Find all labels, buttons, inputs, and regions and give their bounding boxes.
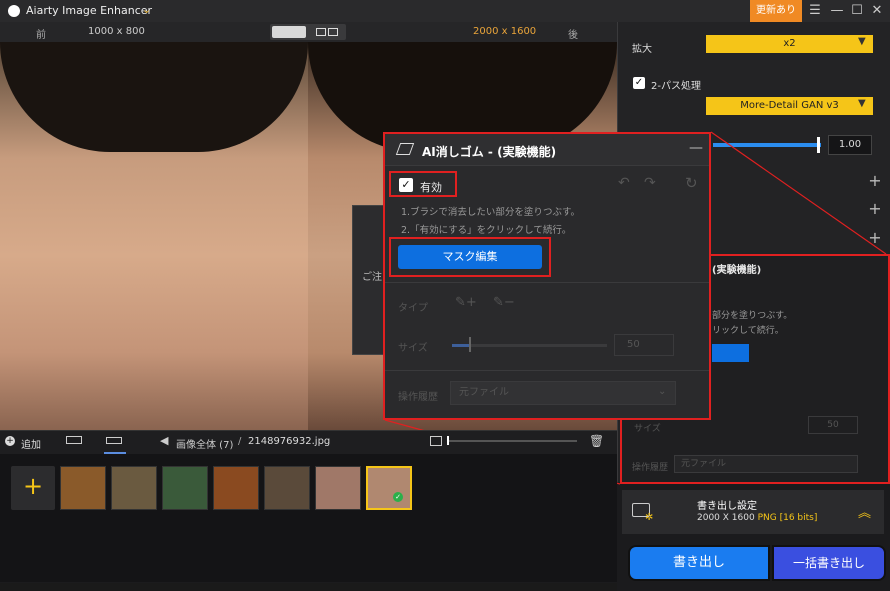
type-label: タイプ <box>398 303 428 314</box>
trash-icon[interactable]: 🗑 <box>589 434 604 448</box>
size-value[interactable]: 50 <box>614 334 674 356</box>
size-label: サイズ <box>398 343 428 354</box>
update-button[interactable]: 更新あり <box>750 0 802 22</box>
breadcrumb-separator: / <box>238 436 242 447</box>
two-pass-label: 2-パス処理 <box>651 81 701 92</box>
expand-plus-icon[interactable]: + <box>868 228 882 247</box>
eraser-panel-instruction-1: 部分を塗りつぶす。 <box>712 311 793 321</box>
check-icon: ✓ <box>393 492 403 502</box>
model-select[interactable]: More-Detail GAN v3 <box>706 97 873 115</box>
dialog-title: AI消しゴム - (実験機能) <box>422 145 557 159</box>
strength-slider[interactable] <box>713 143 821 147</box>
export-button[interactable]: 書き出し <box>628 545 770 581</box>
gear-icon: ✲ <box>645 512 654 523</box>
chevron-down-icon: ▼ <box>858 36 866 47</box>
after-resolution: 2000 x 1600 <box>473 26 537 37</box>
maximize-icon[interactable]: ☐ <box>848 2 866 20</box>
side-by-side-view-icon[interactable] <box>310 26 344 38</box>
before-resolution: 1000 x 800 <box>88 26 145 37</box>
thumbnail-dog[interactable] <box>264 466 310 510</box>
minimize-icon[interactable]: — <box>828 2 846 20</box>
expand-plus-icon[interactable]: + <box>868 199 882 218</box>
enable-checkbox[interactable]: ✓ <box>399 178 413 192</box>
reset-icon[interactable]: ↻ <box>685 174 698 192</box>
export-bits: [16 bits] <box>779 513 818 523</box>
app-logo-icon <box>8 5 20 17</box>
two-pass-checkbox[interactable]: ✓ <box>633 77 645 89</box>
redo-icon[interactable]: ↷ <box>644 175 656 191</box>
chevron-down-icon[interactable]: ⌄ <box>142 3 151 16</box>
export-resolution: 2000 X 1600 <box>697 513 755 523</box>
batch-export-button[interactable]: 一括書き出し <box>772 545 886 581</box>
horizontal-scrollbar[interactable] <box>0 583 617 591</box>
thumbnail-woman1[interactable] <box>315 466 361 510</box>
brush-add-icon[interactable]: ✎+ <box>455 295 477 310</box>
instruction-1: 1.ブラシで消去したい部分を塗りつぶす。 <box>401 207 581 218</box>
eraser-panel-history-label: 操作履歴 <box>632 463 669 473</box>
add-image-button[interactable]: + <box>11 466 55 510</box>
image-size-icon <box>430 436 442 446</box>
divider <box>385 370 709 371</box>
close-icon[interactable]: ✕ <box>868 2 886 20</box>
breadcrumb-file: 2148976932.jpg <box>248 436 331 447</box>
thumbnail-size-handle[interactable] <box>447 436 449 445</box>
instruction-2: 2.「有効にする」をクリックして続行。 <box>401 225 572 236</box>
thumbnail-bird[interactable] <box>111 466 157 510</box>
split-view-icon[interactable] <box>272 26 306 38</box>
add-icon[interactable]: + <box>5 436 15 446</box>
export-settings-summary: 2000 X 1600 PNG [16 bits] <box>697 513 817 523</box>
mask-edit-button[interactable]: マスク編集 <box>398 245 542 269</box>
eraser-panel-mask-button[interactable] <box>712 344 749 362</box>
history-label: 操作履歴 <box>398 392 438 403</box>
export-format: PNG <box>757 513 777 523</box>
divider <box>385 282 709 283</box>
eraser-panel-size-value[interactable]: 50 <box>808 416 858 434</box>
size-slider-fill <box>452 344 470 347</box>
thumbnail-size-slider[interactable] <box>447 440 577 442</box>
thumbnail-woman2[interactable] <box>366 466 412 510</box>
eraser-panel-size-label: サイズ <box>634 424 661 434</box>
expand-plus-icon[interactable]: + <box>868 171 882 190</box>
scale-label: 拡大 <box>632 44 652 55</box>
strip-view-icon[interactable] <box>104 432 126 454</box>
app-title: Aiarty Image Enhancer <box>26 4 153 17</box>
menu-icon[interactable]: ☰ <box>806 2 824 20</box>
chevron-down-icon: ⌄ <box>658 386 667 397</box>
size-slider[interactable] <box>452 344 607 347</box>
brush-remove-icon[interactable]: ✎− <box>493 295 515 310</box>
eraser-panel-title: (実験機能) <box>712 265 762 276</box>
chevron-up-icon[interactable]: ︽ <box>858 502 871 521</box>
back-arrow-icon[interactable]: ◀ <box>160 434 168 447</box>
scale-select[interactable]: x2 <box>706 35 873 53</box>
add-label[interactable]: 追加 <box>21 436 41 451</box>
undo-icon[interactable]: ↶ <box>618 175 630 191</box>
enable-label[interactable]: 有効 <box>420 179 442 195</box>
strength-slider-handle[interactable] <box>817 137 820 153</box>
after-label: 後 <box>568 30 578 41</box>
export-settings-title: 書き出し設定 <box>697 501 757 512</box>
strength-value[interactable]: 1.00 <box>828 135 872 155</box>
chevron-down-icon: ▼ <box>858 98 866 109</box>
history-select[interactable]: 元ファイル <box>450 381 676 405</box>
thumbnail-burger[interactable] <box>213 466 259 510</box>
before-label: 前 <box>36 30 46 41</box>
thumbnail-tiger[interactable] <box>60 466 106 510</box>
eraser-panel-history-select[interactable]: 元ファイル <box>674 455 858 473</box>
size-slider-handle[interactable] <box>469 337 471 352</box>
collapse-icon[interactable]: — <box>689 140 703 156</box>
thumbnail-forest[interactable] <box>162 466 208 510</box>
breadcrumb-all-images[interactable]: 画像全体 (7) <box>176 436 233 451</box>
background-dialog-text: ご注 <box>362 272 382 283</box>
eraser-panel-instruction-2: リックして続行。 <box>712 326 784 336</box>
grid-view-icon[interactable] <box>66 436 82 444</box>
